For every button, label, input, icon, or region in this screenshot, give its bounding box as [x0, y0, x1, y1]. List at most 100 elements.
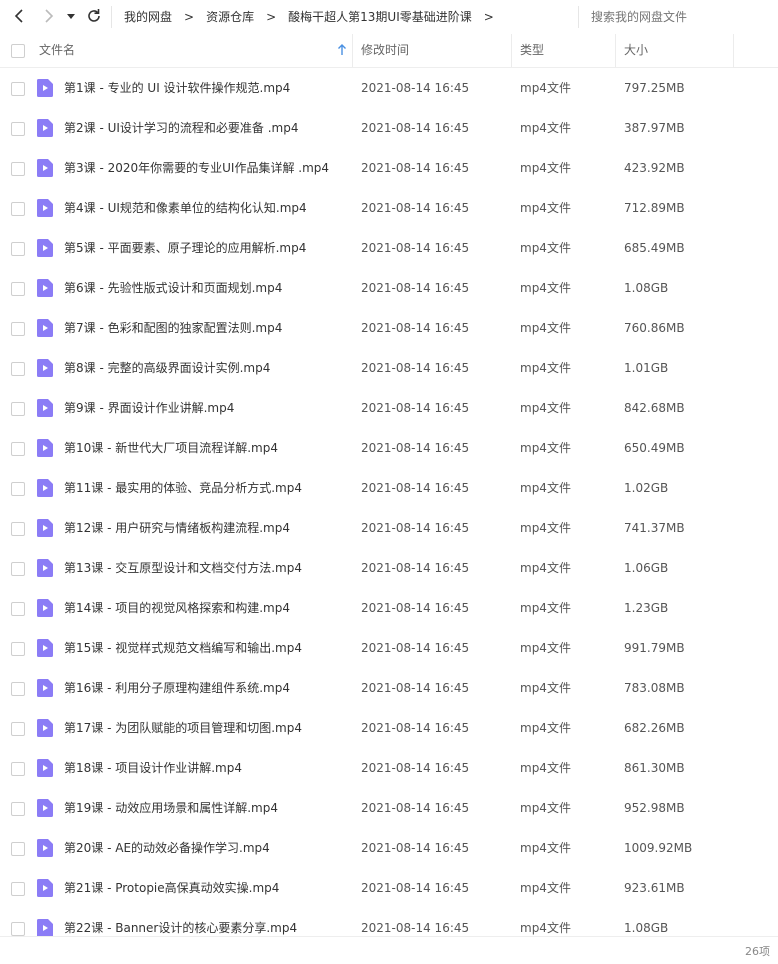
breadcrumb-item[interactable]: 资源仓库 — [206, 8, 254, 25]
file-type: mp4文件 — [520, 361, 571, 375]
file-row[interactable]: 第21课 - Protopie高保真动效实操.mp4 2021-08-14 16:… — [0, 868, 778, 908]
file-row[interactable]: 第15课 - 视觉样式规范文档编写和输出.mp4 2021-08-14 16:45… — [0, 628, 778, 668]
file-name[interactable]: 第20课 - AE的动效必备操作学习.mp4 — [64, 828, 270, 868]
search-box — [578, 6, 778, 28]
file-name[interactable]: 第3课 - 2020年你需要的专业UI作品集详解 .mp4 — [64, 148, 329, 188]
file-row[interactable]: 第20课 - AE的动效必备操作学习.mp4 2021-08-14 16:45 mp… — [0, 828, 778, 868]
video-file-icon — [37, 839, 53, 857]
column-divider[interactable] — [511, 34, 512, 67]
row-checkbox[interactable] — [11, 762, 25, 776]
file-row[interactable]: 第19课 - 动效应用场景和属性详解.mp4 2021-08-14 16:45 mp… — [0, 788, 778, 828]
row-checkbox[interactable] — [11, 242, 25, 256]
file-row[interactable]: 第7课 - 色彩和配图的独家配置法则.mp4 2021-08-14 16:45 mp… — [0, 308, 778, 348]
row-checkbox[interactable] — [11, 482, 25, 496]
file-name[interactable]: 第17课 - 为团队赋能的项目管理和切图.mp4 — [64, 708, 302, 748]
file-row[interactable]: 第12课 - 用户研究与情绪板构建流程.mp4 2021-08-14 16:45 m… — [0, 508, 778, 548]
file-row[interactable]: 第16课 - 利用分子原理构建组件系统.mp4 2021-08-14 16:45 m… — [0, 668, 778, 708]
file-row[interactable]: 第22课 - Banner设计的核心要素分享.mp4 2021-08-14 16:… — [0, 908, 778, 936]
back-button[interactable] — [10, 6, 30, 26]
select-all-checkbox[interactable] — [11, 44, 25, 58]
row-checkbox[interactable] — [11, 922, 25, 936]
file-row[interactable]: 第14课 - 项目的视觉风格探索和构建.mp4 2021-08-14 16:45 m… — [0, 588, 778, 628]
history-dropdown-button[interactable] — [64, 6, 78, 26]
refresh-button[interactable] — [84, 6, 104, 26]
file-row[interactable]: 第4课 - UI规范和像素单位的结构化认知.mp4 2021-08-14 16:4… — [0, 188, 778, 228]
file-row[interactable]: 第5课 - 平面要素、原子理论的应用解析.mp4 2021-08-14 16:45… — [0, 228, 778, 268]
file-name[interactable]: 第21课 - Protopie高保真动效实操.mp4 — [64, 868, 279, 908]
file-name[interactable]: 第22课 - Banner设计的核心要素分享.mp4 — [64, 908, 297, 936]
row-checkbox[interactable] — [11, 322, 25, 336]
file-row[interactable]: 第1课 - 专业的 UI 设计软件操作规范.mp4 2021-08-14 16:4… — [0, 68, 778, 108]
file-type: mp4文件 — [520, 201, 571, 215]
row-checkbox[interactable] — [11, 82, 25, 96]
row-checkbox[interactable] — [11, 522, 25, 536]
file-name[interactable]: 第7课 - 色彩和配图的独家配置法则.mp4 — [64, 308, 282, 348]
row-checkbox[interactable] — [11, 442, 25, 456]
row-checkbox[interactable] — [11, 602, 25, 616]
file-row[interactable]: 第6课 - 先验性版式设计和页面规划.mp4 2021-08-14 16:45 mp… — [0, 268, 778, 308]
forward-button[interactable] — [38, 6, 58, 26]
file-row[interactable]: 第11课 - 最实用的体验、竞品分析方式.mp4 2021-08-14 16:45… — [0, 468, 778, 508]
column-header-size[interactable]: 大小 — [624, 34, 648, 67]
column-divider[interactable] — [615, 34, 616, 67]
file-name[interactable]: 第2课 - UI设计学习的流程和必要准备 .mp4 — [64, 108, 299, 148]
file-size: 1.01GB — [624, 361, 669, 375]
file-name[interactable]: 第5课 - 平面要素、原子理论的应用解析.mp4 — [64, 228, 306, 268]
row-checkbox[interactable] — [11, 722, 25, 736]
file-size: 1009.92MB — [624, 841, 693, 855]
file-row[interactable]: 第17课 - 为团队赋能的项目管理和切图.mp4 2021-08-14 16:45… — [0, 708, 778, 748]
row-checkbox[interactable] — [11, 122, 25, 136]
file-name[interactable]: 第9课 - 界面设计作业讲解.mp4 — [64, 388, 234, 428]
video-file-icon — [37, 719, 53, 737]
sort-ascending-icon[interactable] — [337, 44, 347, 56]
file-name[interactable]: 第13课 - 交互原型设计和文档交付方法.mp4 — [64, 548, 302, 588]
file-name[interactable]: 第14课 - 项目的视觉风格探索和构建.mp4 — [64, 588, 290, 628]
file-type: mp4文件 — [520, 281, 571, 295]
file-name[interactable]: 第16课 - 利用分子原理构建组件系统.mp4 — [64, 668, 290, 708]
video-file-icon — [37, 159, 53, 177]
row-checkbox[interactable] — [11, 162, 25, 176]
column-header-type[interactable]: 类型 — [520, 34, 544, 67]
file-name[interactable]: 第8课 - 完整的高级界面设计实例.mp4 — [64, 348, 270, 388]
row-checkbox[interactable] — [11, 842, 25, 856]
breadcrumb-item[interactable]: 我的网盘 — [124, 8, 172, 25]
column-header-name[interactable]: 文件名 — [39, 34, 75, 67]
row-checkbox[interactable] — [11, 642, 25, 656]
file-row[interactable]: 第8课 - 完整的高级界面设计实例.mp4 2021-08-14 16:45 mp4… — [0, 348, 778, 388]
row-checkbox[interactable] — [11, 202, 25, 216]
file-name[interactable]: 第12课 - 用户研究与情绪板构建流程.mp4 — [64, 508, 290, 548]
row-checkbox[interactable] — [11, 682, 25, 696]
breadcrumb-item[interactable]: 酸梅干超人第13期UI零基础进阶课 — [288, 8, 472, 25]
file-row[interactable]: 第2课 - UI设计学习的流程和必要准备 .mp4 2021-08-14 16:4… — [0, 108, 778, 148]
column-divider[interactable] — [352, 34, 353, 67]
file-name[interactable]: 第19课 - 动效应用场景和属性详解.mp4 — [64, 788, 278, 828]
file-name[interactable]: 第15课 - 视觉样式规范文档编写和输出.mp4 — [64, 628, 302, 668]
row-checkbox[interactable] — [11, 362, 25, 376]
file-name[interactable]: 第18课 - 项目设计作业讲解.mp4 — [64, 748, 242, 788]
column-header-modified[interactable]: 修改时间 — [361, 34, 409, 67]
file-name[interactable]: 第4课 - UI规范和像素单位的结构化认知.mp4 — [64, 188, 307, 228]
video-file-icon — [37, 199, 53, 217]
row-checkbox[interactable] — [11, 562, 25, 576]
row-checkbox[interactable] — [11, 882, 25, 896]
file-modified: 2021-08-14 16:45 — [361, 521, 470, 535]
file-modified: 2021-08-14 16:45 — [361, 281, 470, 295]
file-modified: 2021-08-14 16:45 — [361, 481, 470, 495]
file-row[interactable]: 第10课 - 新世代大厂项目流程详解.mp4 2021-08-14 16:45 mp… — [0, 428, 778, 468]
file-row[interactable]: 第9课 - 界面设计作业讲解.mp4 2021-08-14 16:45 mp4文件 8… — [0, 388, 778, 428]
file-name[interactable]: 第10课 - 新世代大厂项目流程详解.mp4 — [64, 428, 278, 468]
file-name[interactable]: 第1课 - 专业的 UI 设计软件操作规范.mp4 — [64, 68, 290, 108]
search-input[interactable] — [589, 9, 773, 25]
file-row[interactable]: 第13课 - 交互原型设计和文档交付方法.mp4 2021-08-14 16:45… — [0, 548, 778, 588]
file-name[interactable]: 第6课 - 先验性版式设计和页面规划.mp4 — [64, 268, 282, 308]
file-modified: 2021-08-14 16:45 — [361, 881, 470, 895]
file-row[interactable]: 第18课 - 项目设计作业讲解.mp4 2021-08-14 16:45 mp4文件… — [0, 748, 778, 788]
file-row[interactable]: 第3课 - 2020年你需要的专业UI作品集详解 .mp4 2021-08-14 … — [0, 148, 778, 188]
file-list: 第1课 - 专业的 UI 设计软件操作规范.mp4 2021-08-14 16:4… — [0, 68, 778, 936]
row-checkbox[interactable] — [11, 282, 25, 296]
row-checkbox[interactable] — [11, 402, 25, 416]
file-name[interactable]: 第11课 - 最实用的体验、竞品分析方式.mp4 — [64, 468, 302, 508]
file-type: mp4文件 — [520, 481, 571, 495]
video-file-icon — [37, 559, 53, 577]
row-checkbox[interactable] — [11, 802, 25, 816]
